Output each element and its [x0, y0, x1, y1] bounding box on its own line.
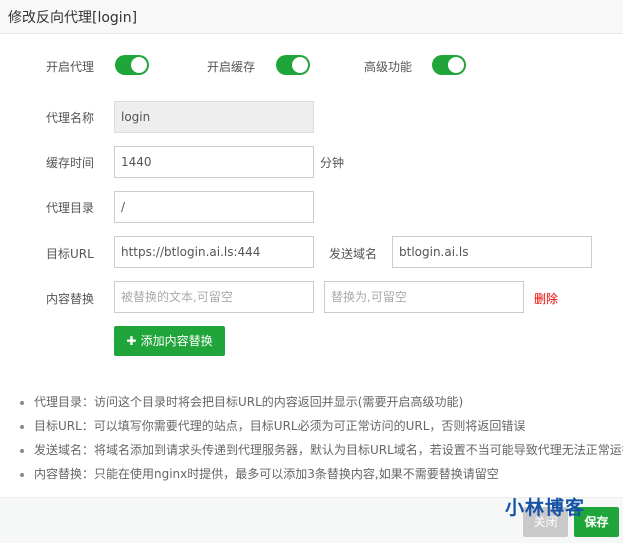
- toggle-cache-label: 开启缓存: [207, 60, 256, 74]
- target-url-label: 目标URL: [46, 247, 94, 261]
- tips-list: 代理目录：访问这个目录时将会把目标URL的内容返回并显示(需要开启高级功能) 目…: [20, 390, 623, 486]
- send-domain-input[interactable]: btlogin.ai.ls: [392, 236, 592, 268]
- proxy-name-label: 代理名称: [46, 111, 95, 125]
- cache-unit: 分钟: [320, 156, 345, 170]
- proxy-dir-input[interactable]: /: [114, 191, 314, 223]
- delete-link[interactable]: 删除: [534, 290, 558, 307]
- proxy-name-input[interactable]: login: [114, 101, 314, 133]
- send-domain-label: 发送域名: [329, 247, 378, 261]
- tip-item: 发送域名：将域名添加到请求头传递到代理服务器，默认为目标URL域名，若设置不当可…: [20, 438, 623, 462]
- dialog-title: 修改反向代理[login]: [0, 0, 623, 34]
- watermark-logo: 小林博客: [505, 497, 586, 519]
- tip-item: 内容替换：只能在使用nginx时提供，最多可以添加3条替换内容,如果不需要替换请…: [20, 462, 623, 486]
- toggle-proxy-label: 开启代理: [46, 60, 95, 74]
- content-replace-label: 内容替换: [46, 292, 95, 306]
- tip-item: 代理目录：访问这个目录时将会把目标URL的内容返回并显示(需要开启高级功能): [20, 390, 623, 414]
- toggle-proxy[interactable]: [115, 55, 149, 75]
- replace-from-input[interactable]: 被替换的文本,可留空: [114, 281, 314, 313]
- target-url-input[interactable]: https://btlogin.ai.ls:444: [114, 236, 314, 268]
- toggle-advanced-label: 高级功能: [364, 60, 413, 74]
- plus-icon: ✚: [126, 334, 141, 348]
- toggle-cache[interactable]: [276, 55, 310, 75]
- add-replace-button[interactable]: ✚ 添加内容替换: [114, 326, 225, 356]
- tip-item: 目标URL：可以填写你需要代理的站点，目标URL必须为可正常访问的URL，否则将…: [20, 414, 623, 438]
- replace-to-input[interactable]: 替换为,可留空: [324, 281, 524, 313]
- cache-time-label: 缓存时间: [46, 156, 95, 170]
- proxy-dir-label: 代理目录: [46, 201, 95, 215]
- cache-time-input[interactable]: 1440: [114, 146, 314, 178]
- toggle-advanced[interactable]: [432, 55, 466, 75]
